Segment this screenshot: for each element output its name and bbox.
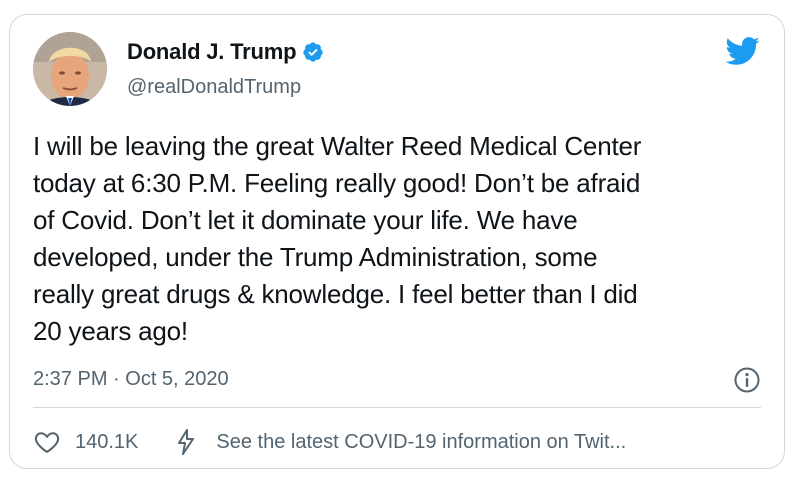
covid-info-link[interactable]: See the latest COVID-19 information on T… xyxy=(216,431,626,454)
profile-photo xyxy=(33,32,107,106)
heart-icon[interactable] xyxy=(33,428,61,456)
tweet-card[interactable]: Donald J. Trump @realDonaldTrump I will … xyxy=(9,14,785,469)
author-avatar[interactable] xyxy=(33,32,107,106)
tweet-text-line: of Covid. Don’t let it dominate your lif… xyxy=(33,205,578,235)
like-count[interactable]: 140.1K xyxy=(75,431,138,454)
tweet-timestamp[interactable]: 2:37 PM · Oct 5, 2020 xyxy=(33,368,229,391)
tweet-text: I will be leaving the great Walter Reed … xyxy=(33,128,768,350)
lightning-bolt-icon xyxy=(174,428,198,456)
author-handle[interactable]: @realDonaldTrump xyxy=(127,76,301,99)
tweet-text-line: 20 years ago! xyxy=(33,316,188,346)
tweet-text-line: today at 6:30 P.M. Feeling really good! … xyxy=(33,168,641,198)
author-display-name[interactable]: Donald J. Trump xyxy=(127,39,297,65)
tweet-text-line: developed, under the Trump Administratio… xyxy=(33,242,598,272)
twitter-bird-icon[interactable] xyxy=(724,36,760,66)
divider xyxy=(33,407,761,408)
action-row: 140.1K See the latest COVID-19 informati… xyxy=(33,425,626,459)
tweet-text-line: I will be leaving the great Walter Reed … xyxy=(33,131,642,161)
info-circle-icon[interactable] xyxy=(733,366,761,394)
author-name-row[interactable]: Donald J. Trump xyxy=(127,39,324,65)
verified-badge-icon xyxy=(302,41,324,63)
tweet-text-line: really great drugs & knowledge. I feel b… xyxy=(33,279,638,309)
